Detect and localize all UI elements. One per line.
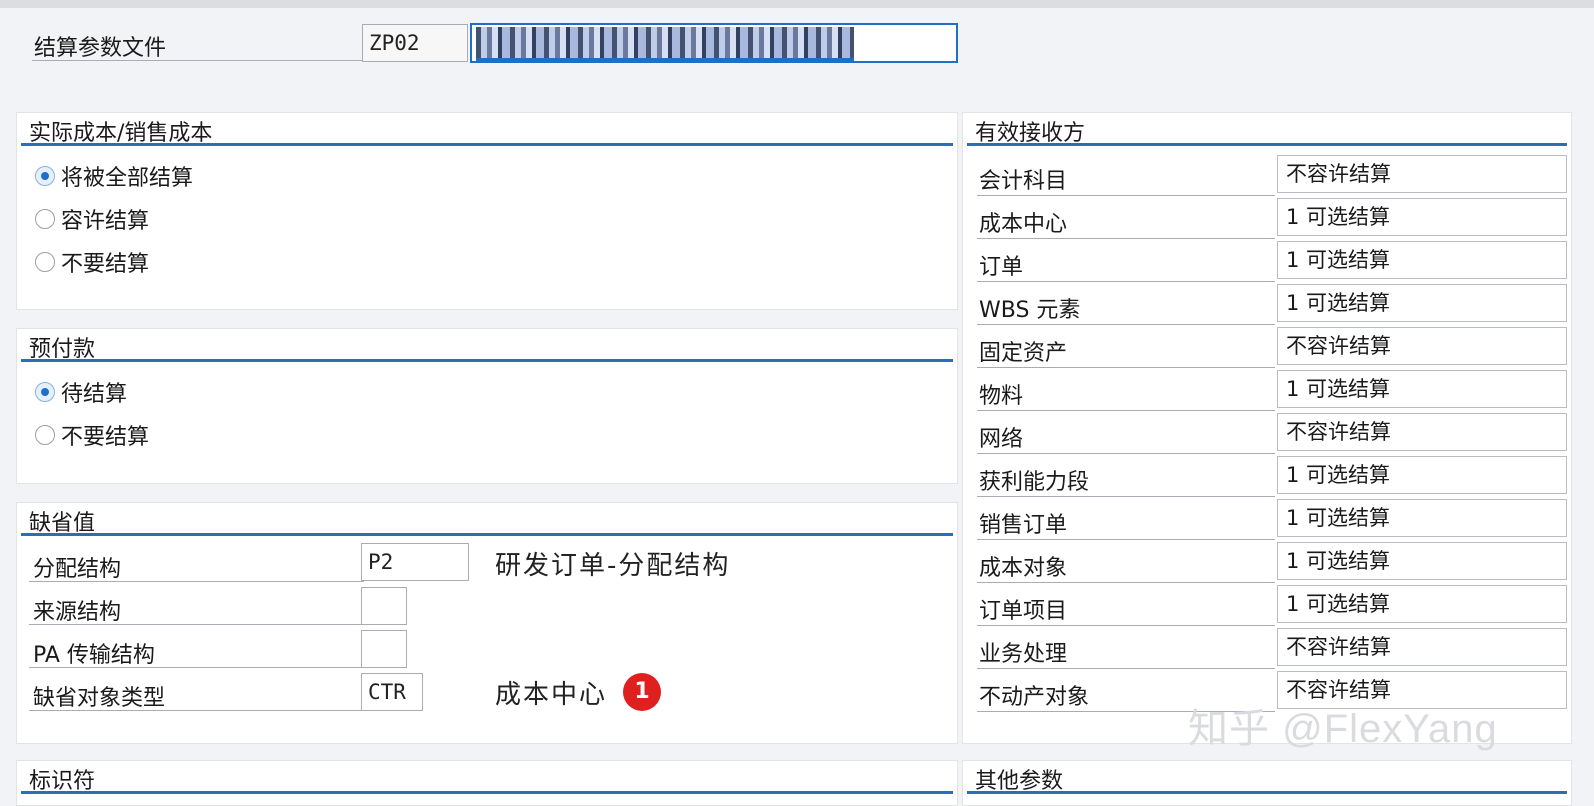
settlement-profile-label: 结算参数文件 xyxy=(34,36,167,61)
default-object-type-label: 缺省对象类型 xyxy=(33,686,166,711)
profile-description-redacted xyxy=(476,27,854,61)
radio-selected-icon[interactable] xyxy=(35,166,55,186)
allocation-structure-label: 分配结构 xyxy=(33,557,122,582)
group-rule xyxy=(21,791,953,794)
watermark-text: 知乎 @FlexYang xyxy=(1188,707,1498,751)
label-underline xyxy=(29,667,364,668)
receiver-label: 会计科目 xyxy=(979,169,1068,194)
receiver-label: 不动产对象 xyxy=(979,685,1090,710)
receiver-label: 业务处理 xyxy=(979,642,1068,667)
group-rule xyxy=(21,143,953,146)
receiver-setting-select[interactable]: 不容许结算 xyxy=(1277,628,1567,666)
group-valid-receivers: 有效接收方 会计科目 不容许结算 成本中心 1 可选结算 订单 1 可选结算 WBS … xyxy=(962,112,1572,744)
receiver-row-sales-order: 销售订单 1 可选结算 xyxy=(977,497,1567,540)
receiver-setting-select[interactable]: 不容许结算 xyxy=(1277,327,1567,365)
radio-label: 将被全部结算 xyxy=(61,166,194,191)
radio-empty-icon[interactable] xyxy=(35,252,55,272)
radio-label: 容许结算 xyxy=(61,209,150,234)
radio-fully-settle[interactable]: 将被全部结算 xyxy=(35,161,193,191)
source-structure-label: 来源结构 xyxy=(33,600,122,625)
receiver-setting-select[interactable]: 1 可选结算 xyxy=(1277,198,1567,236)
receiver-row-cost-center: 成本中心 1 可选结算 xyxy=(977,196,1567,239)
group-rule xyxy=(21,359,953,362)
group-actual-cost: 实际成本/销售成本 将被全部结算 容许结算 不要结算 xyxy=(16,112,958,310)
receiver-setting-select[interactable]: 1 可选结算 xyxy=(1277,456,1567,494)
receiver-setting-select[interactable]: 不容许结算 xyxy=(1277,155,1567,193)
receiver-label: WBS 元素 xyxy=(979,298,1081,323)
receiver-setting-select[interactable]: 1 可选结算 xyxy=(1277,585,1567,623)
radio-no-settle[interactable]: 不要结算 xyxy=(35,247,149,277)
radio-label: 不要结算 xyxy=(61,425,150,450)
group-rule xyxy=(967,791,1567,794)
radio-selected-icon[interactable] xyxy=(35,382,55,402)
receiver-label: 物料 xyxy=(979,384,1024,409)
receiver-label: 成本中心 xyxy=(979,212,1068,237)
receiver-setting-select[interactable]: 1 可选结算 xyxy=(1277,499,1567,537)
receiver-label: 订单项目 xyxy=(979,599,1068,624)
receiver-setting-select[interactable]: 1 可选结算 xyxy=(1277,370,1567,408)
source-structure-field[interactable] xyxy=(361,587,407,625)
profile-description-selection xyxy=(476,58,854,62)
receiver-row-profitability-segment: 获利能力段 1 可选结算 xyxy=(977,454,1567,497)
receiver-label: 销售订单 xyxy=(979,513,1068,538)
settlement-profile-field[interactable]: ZP02 xyxy=(362,24,468,62)
default-object-type-description: 成本中心 xyxy=(495,680,608,710)
label-underline xyxy=(29,624,364,625)
receiver-setting-select[interactable]: 1 可选结算 xyxy=(1277,542,1567,580)
receiver-row-material: 物料 1 可选结算 xyxy=(977,368,1567,411)
radio-empty-icon[interactable] xyxy=(35,425,55,445)
radio-no-settle-prepayment[interactable]: 不要结算 xyxy=(35,420,149,450)
radio-empty-icon[interactable] xyxy=(35,209,55,229)
radio-allow-settle[interactable]: 容许结算 xyxy=(35,204,149,234)
group-identifiers: 标识符 xyxy=(16,760,958,806)
label-underline xyxy=(32,60,362,61)
receiver-row-business-process: 业务处理 不容许结算 xyxy=(977,626,1567,669)
receiver-row-order: 订单 1 可选结算 xyxy=(977,239,1567,282)
receiver-label: 成本对象 xyxy=(979,556,1068,581)
receiver-row-network: 网络 不容许结算 xyxy=(977,411,1567,454)
receiver-row-order-item: 订单项目 1 可选结算 xyxy=(977,583,1567,626)
receiver-setting-select[interactable]: 1 可选结算 xyxy=(1277,241,1567,279)
pa-transfer-structure-field[interactable] xyxy=(361,630,407,668)
receiver-row-fixed-asset: 固定资产 不容许结算 xyxy=(977,325,1567,368)
radio-label: 待结算 xyxy=(61,382,128,407)
receiver-row-cost-object: 成本对象 1 可选结算 xyxy=(977,540,1567,583)
allocation-structure-description: 研发订单-分配结构 xyxy=(495,551,731,581)
radio-label: 不要结算 xyxy=(61,252,150,277)
receiver-label: 固定资产 xyxy=(979,341,1068,366)
pa-transfer-structure-label: PA 传输结构 xyxy=(33,643,155,668)
default-object-type-field[interactable]: CTR xyxy=(361,673,423,711)
receiver-row-gl-account: 会计科目 不容许结算 xyxy=(977,153,1567,196)
group-prepayment: 预付款 待结算 不要结算 xyxy=(16,328,958,484)
receiver-setting-select[interactable]: 1 可选结算 xyxy=(1277,284,1567,322)
group-default-values: 缺省值 分配结构 P2 研发订单-分配结构 来源结构 PA 传输结构 缺省对象类… xyxy=(16,502,958,744)
receiver-label: 网络 xyxy=(979,427,1024,452)
receiver-label: 获利能力段 xyxy=(979,470,1090,495)
group-rule xyxy=(967,143,1567,146)
allocation-structure-field[interactable]: P2 xyxy=(361,543,469,581)
top-toolbar-strip xyxy=(0,0,1594,8)
radio-to-settle[interactable]: 待结算 xyxy=(35,377,127,407)
receiver-setting-select[interactable]: 不容许结算 xyxy=(1277,413,1567,451)
receiver-row-wbs-element: WBS 元素 1 可选结算 xyxy=(977,282,1567,325)
annotation-badge: 1 xyxy=(623,673,661,711)
group-other-parameters: 其他参数 xyxy=(962,760,1572,806)
group-rule xyxy=(21,533,953,536)
receiver-label: 订单 xyxy=(979,255,1024,280)
label-underline xyxy=(29,710,364,711)
label-underline xyxy=(29,581,364,582)
